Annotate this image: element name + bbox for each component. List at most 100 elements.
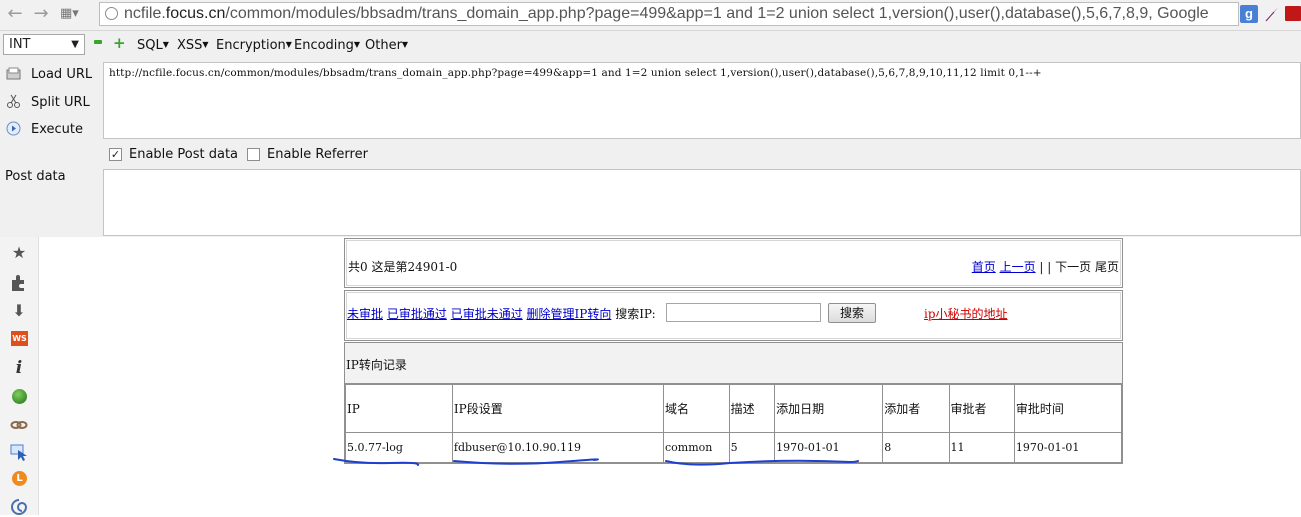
back-arrow-icon[interactable]: ←	[4, 4, 26, 24]
browser-toolbar: ← → ▦▾ ncfile.focus.cn/common/modules/bb…	[0, 0, 1301, 31]
menu-xss[interactable]: XSS▼	[177, 38, 209, 53]
column-header: IP段设置	[451, 384, 665, 433]
table-cell: 1970-01-01	[1013, 432, 1123, 463]
search-ip-input[interactable]	[666, 303, 821, 322]
filter-approved-link[interactable]: 已审批通过	[387, 307, 447, 321]
column-header: 审批时间	[1013, 384, 1123, 433]
filter-rejected-link[interactable]: 已审批未通过	[451, 307, 523, 321]
url-textarea-value: http://ncfile.focus.cn/common/modules/bb…	[109, 67, 1042, 79]
filter-pending-link[interactable]: 未审批	[347, 307, 383, 321]
delete-redirect-link[interactable]: 删除管理IP转向	[527, 307, 612, 321]
addon-sidebar: ★ ⬇ WS i L	[0, 237, 39, 515]
post-data-textarea[interactable]	[103, 169, 1301, 236]
load-url-button[interactable]: Load URL	[4, 62, 98, 86]
pager-first-link[interactable]: 首页	[972, 260, 996, 274]
url-subdomain: ncfile.	[124, 5, 166, 22]
pager-inner: 共0 这是第24901-0 首页 上一页 | | 下一页 尾页	[346, 240, 1121, 286]
type-select[interactable]: INT ▼	[3, 34, 85, 55]
load-url-icon	[6, 67, 21, 80]
feather-extension-icon[interactable]	[1264, 5, 1280, 23]
filter-links: 未审批 已审批通过 已审批未通过 删除管理IP转向 搜索IP:	[347, 305, 656, 322]
swirl-icon[interactable]	[9, 497, 29, 517]
star-icon[interactable]: ★	[9, 243, 29, 263]
split-url-button[interactable]: Split URL	[4, 90, 98, 114]
execute-label: Execute	[31, 122, 83, 137]
ip-secretary-link[interactable]: ip小秘书的地址	[924, 305, 1008, 322]
enable-post-checkbox[interactable]: ✓	[109, 148, 122, 161]
records-title: IP转向记录	[346, 358, 407, 372]
menu-other[interactable]: Other▼	[365, 38, 408, 53]
column-header: 添加者	[882, 384, 950, 433]
filter-inner: 未审批 已审批通过 已审批未通过 删除管理IP转向 搜索IP: 搜索 ip小秘书…	[346, 292, 1121, 339]
hackbar-toolbar: INT ▼ + SQL▼ XSS▼ Encryption▼ Encoding▼ …	[0, 31, 1301, 61]
annotation-underlines	[333, 458, 859, 466]
info-icon[interactable]: i	[9, 358, 29, 378]
forward-arrow-icon[interactable]: →	[30, 4, 52, 24]
table-header-row: IP IP段设置 域名 描述 添加日期 添加者 审批者 审批时间	[345, 384, 1123, 433]
google-search-icon[interactable]: g	[1240, 5, 1258, 23]
column-header: IP	[345, 384, 453, 433]
url-textarea[interactable]: http://ncfile.focus.cn/common/modules/bb…	[103, 62, 1301, 139]
menu-encoding-label: Encoding	[294, 38, 354, 53]
caret-icon: ▼	[202, 40, 209, 49]
menu-encoding[interactable]: Encoding▼	[294, 38, 360, 53]
column-header: 添加日期	[774, 384, 884, 433]
menu-sql[interactable]: SQL▼	[137, 38, 169, 53]
underline-version	[333, 458, 420, 466]
menu-sql-label: SQL	[137, 38, 163, 53]
ws-badge-icon[interactable]: WS	[11, 331, 28, 346]
split-url-label: Split URL	[31, 95, 90, 110]
enable-post-label: Enable Post data	[129, 147, 239, 162]
caret-icon: ▼	[401, 40, 409, 49]
red-extension-icon[interactable]	[1285, 6, 1301, 21]
records-panel: IP转向记录 IP IP段设置 域名 描述 添加日期 添加者 审批者 审批时间 …	[344, 342, 1123, 464]
execute-button[interactable]: Execute	[4, 117, 98, 141]
pager-next: 下一页	[1055, 260, 1092, 274]
url-host: focus.cn	[165, 5, 226, 22]
caret-icon: ▼	[353, 40, 361, 49]
increase-icon[interactable]: +	[113, 36, 126, 51]
link-chain-icon[interactable]	[9, 415, 29, 435]
pager-prev-link[interactable]: 上一页	[1000, 260, 1036, 274]
menu-other-label: Other	[365, 38, 402, 53]
pager-last: 尾页	[1094, 260, 1119, 274]
type-select-value: INT	[9, 37, 31, 52]
pager-info: 共0 这是第24901-0	[348, 260, 458, 274]
underline-database	[665, 459, 859, 466]
load-url-label: Load URL	[31, 67, 93, 82]
caret-icon: ▼	[285, 40, 292, 49]
hackbar-panel: Load URL Split URL Execute http://ncfile…	[0, 61, 1301, 237]
enable-referrer-checkbox[interactable]	[247, 148, 260, 161]
enable-referrer-label: Enable Referrer	[267, 147, 368, 162]
apps-grid-icon[interactable]: ▦▾	[60, 5, 92, 23]
page-globe-icon	[105, 7, 118, 20]
underline-user	[453, 458, 599, 465]
search-button[interactable]: 搜索	[828, 303, 876, 323]
records-title-bar: IP转向记录	[345, 343, 1122, 384]
filter-panel: 未审批 已审批通过 已审批未通过 删除管理IP转向 搜索IP: 搜索 ip小秘书…	[344, 290, 1123, 341]
puzzle-icon[interactable]	[9, 273, 29, 293]
address-bar-url[interactable]: ncfile.focus.cn/common/modules/bbsadm/tr…	[124, 4, 1209, 24]
table-cell: 11	[948, 432, 1015, 463]
menu-xss-label: XSS	[177, 38, 203, 53]
scissors-icon	[7, 94, 20, 108]
decrease-icon[interactable]	[94, 40, 102, 44]
pager-panel: 共0 这是第24901-0 首页 上一页 | | 下一页 尾页	[344, 238, 1123, 288]
address-bar[interactable]: ncfile.focus.cn/common/modules/bbsadm/tr…	[99, 2, 1239, 26]
table-cell: 8	[882, 432, 950, 463]
orange-l-icon[interactable]: L	[12, 471, 27, 486]
pointer-select-icon[interactable]	[9, 442, 29, 462]
caret-icon: ▼	[162, 40, 169, 49]
search-ip-label: 搜索IP:	[615, 307, 656, 321]
pager-separator: | |	[1039, 260, 1052, 274]
menu-encryption-label: Encryption	[216, 38, 286, 53]
url-path: /common/modules/bbsadm/trans_domain_app.…	[225, 5, 1209, 22]
pager-links: 首页 上一页 | | 下一页 尾页	[972, 258, 1119, 275]
menu-encryption[interactable]: Encryption▼	[216, 38, 292, 53]
chevron-down-icon: ▼	[71, 39, 79, 50]
column-header: 域名	[663, 384, 730, 433]
green-ball-icon[interactable]	[12, 389, 27, 404]
execute-play-icon	[6, 121, 21, 136]
column-header: 审批者	[948, 384, 1015, 433]
download-arrow-icon[interactable]: ⬇	[9, 301, 29, 321]
